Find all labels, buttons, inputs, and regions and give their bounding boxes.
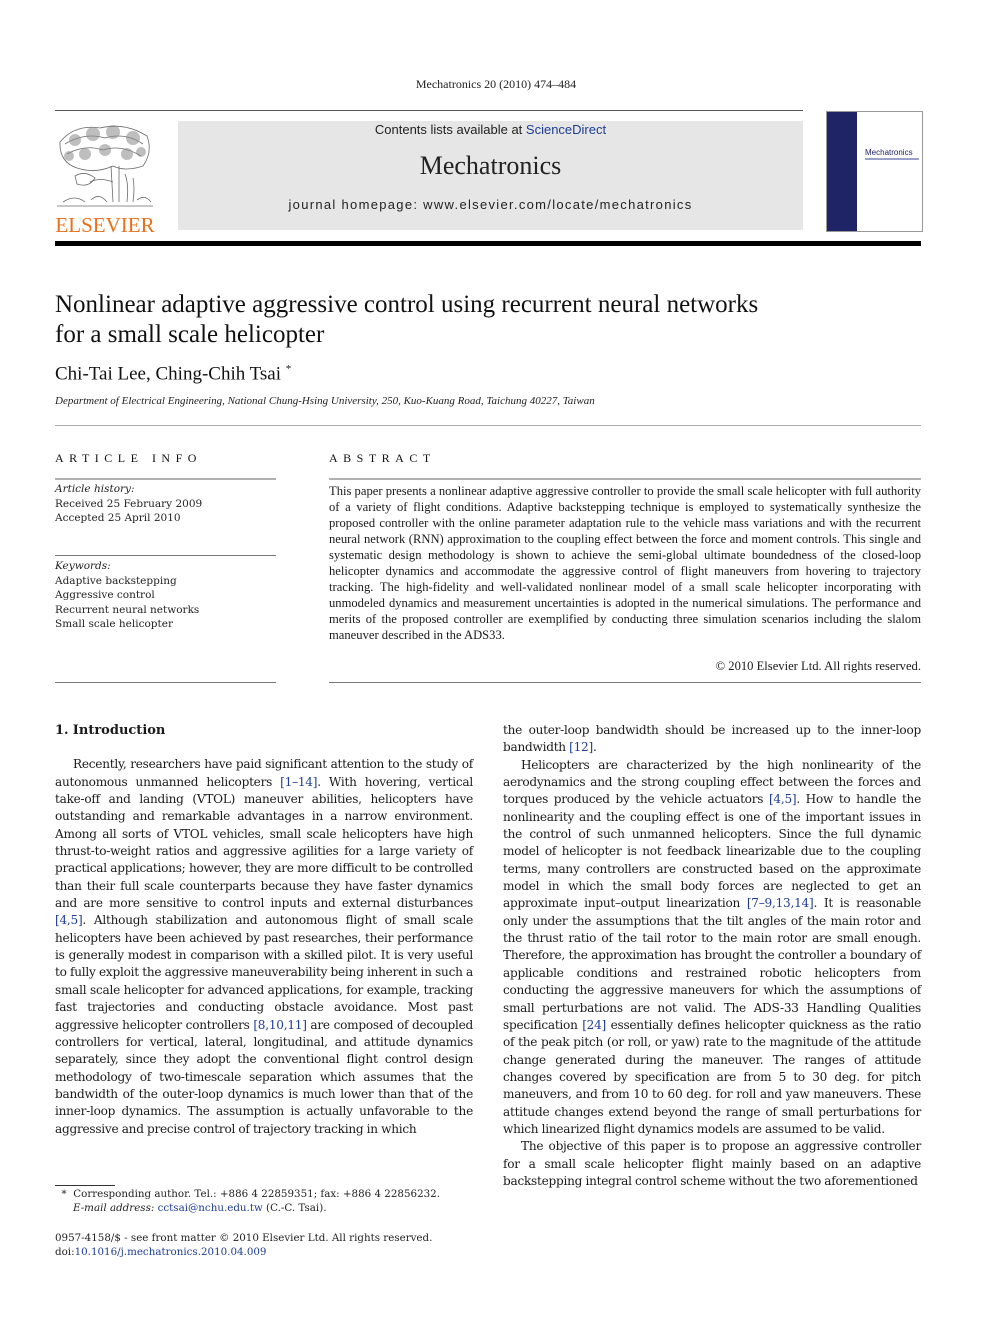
contents-prefix: Contents lists available at (374, 122, 526, 137)
header-thick-rule (55, 241, 921, 246)
reference-link[interactable]: [12] (569, 740, 593, 754)
journal-banner: Contents lists available at ScienceDirec… (178, 121, 803, 230)
journal-homepage-link[interactable]: journal homepage: www.elsevier.com/locat… (178, 197, 803, 212)
reference-link[interactable]: [7–9,13,14] (747, 896, 814, 910)
footnote-rule (55, 1185, 115, 1186)
front-matter: 0957-4158/$ - see front matter © 2010 El… (55, 1231, 485, 1259)
text-run: the outer-loop bandwidth should be incre… (503, 723, 921, 755)
reference-link[interactable]: [4,5] (55, 913, 83, 927)
contents-line: Contents lists available at ScienceDirec… (178, 121, 803, 137)
doi-label: doi: (55, 1246, 75, 1258)
corresponding-author-mark[interactable]: * (286, 363, 292, 375)
footnote-mark: * (61, 1188, 67, 1200)
journal-cover-thumbnail[interactable]: Mechatronics (826, 111, 923, 232)
abstract-text: This paper presents a nonlinear adaptive… (329, 484, 921, 642)
email-link[interactable]: cctsai@nchu.edu.tw (158, 1202, 263, 1214)
abstract-heading: ABSTRACT (329, 451, 436, 465)
issn-line: 0957-4158/$ - see front matter © 2010 El… (55, 1232, 433, 1244)
keyword: Adaptive backstepping (55, 574, 177, 587)
text-run: are composed of decoupled controllers fo… (55, 1017, 473, 1136)
email-suffix: (C.-C. Tsai). (262, 1202, 327, 1214)
cover-title: Mechatronics (865, 148, 913, 157)
keywords-label: Keywords: (55, 560, 111, 572)
history-label: Article history: (55, 483, 135, 495)
email-label: E-mail address: (73, 1202, 158, 1214)
corresponding-author-note: Corresponding author. Tel.: +886 4 22859… (73, 1188, 440, 1200)
article-info-rule (55, 478, 276, 480)
author-list: Chi-Tai Lee, Ching-Chih Tsai * (55, 363, 291, 385)
title-line-1: Nonlinear adaptive aggressive control us… (55, 291, 759, 318)
keywords-rule (55, 555, 276, 556)
body-column-left: 1. Introduction Recently, researchers ha… (55, 722, 473, 1138)
reference-link[interactable]: [24] (582, 1018, 606, 1032)
received-date: Received 25 February 2009 (55, 497, 203, 510)
keyword: Small scale helicopter (55, 618, 173, 630)
text-run: . (592, 740, 597, 755)
keyword: Aggressive control (55, 589, 155, 601)
doi-link[interactable]: 10.1016/j.mechatronics.2010.04.009 (75, 1246, 267, 1258)
title-line-2: for a small scale helicopter (55, 321, 325, 348)
paragraph: Recently, researchers have paid signific… (55, 756, 473, 1138)
journal-citation: Mechatronics 20 (2010) 474–484 (415, 77, 577, 91)
article-info-bottom-rule (55, 682, 276, 683)
reference-link[interactable]: [4,5] (769, 792, 797, 806)
accepted-date: Accepted 25 April 2010 (55, 512, 181, 524)
keywords: Keywords: Adaptive backstepping Aggressi… (55, 559, 276, 632)
body-column-right: the outer-loop bandwidth should be incre… (503, 722, 921, 1190)
abstract-copyright: © 2010 Elsevier Ltd. All rights reserved… (715, 659, 921, 673)
paragraph: the outer-loop bandwidth should be incre… (503, 722, 921, 757)
tree-icon (57, 125, 153, 207)
keyword: Recurrent neural networks (55, 603, 200, 616)
paragraph: Helicopters are characterized by the hig… (503, 757, 921, 1139)
elsevier-logo[interactable]: ELSEVIER (55, 122, 155, 237)
elsevier-wordmark: ELSEVIER (55, 213, 155, 237)
reference-link[interactable]: [1–14] (280, 775, 317, 789)
abstract-bottom-rule (329, 682, 921, 683)
reference-link[interactable]: [8,10,11] (253, 1018, 307, 1032)
text-run: . Although stabilization and autonomous … (55, 913, 473, 1032)
authors: Chi-Tai Lee, Ching-Chih Tsai (55, 363, 282, 385)
journal-title: Mechatronics (419, 151, 562, 180)
footnote: * Corresponding author. Tel.: +886 4 228… (55, 1187, 475, 1215)
sciencedirect-link[interactable]: ScienceDirect (526, 122, 606, 137)
text-run: . How to handle the nonlinearity and the… (503, 792, 922, 911)
paragraph: The objective of this paper is to propos… (503, 1139, 921, 1188)
affiliation-rule (55, 425, 921, 426)
cover-band (827, 112, 857, 231)
header-rule (55, 110, 803, 111)
text-run: essentially defines helicopter quickness… (503, 1017, 921, 1136)
article-info-heading: ARTICLE INFO (55, 451, 202, 465)
abstract-rule (329, 478, 921, 480)
text-run: . It is reasonable only under the assump… (503, 896, 922, 1032)
text-run: . With hovering, vertical take-off and l… (55, 774, 473, 911)
article-title: Nonlinear adaptive aggressive control us… (55, 290, 875, 350)
section-heading: 1. Introduction (55, 723, 166, 738)
cover-subtitle-bar (865, 158, 919, 160)
affiliation: Department of Electrical Engineering, Na… (55, 395, 595, 407)
article-history: Article history: Received 25 February 20… (55, 482, 276, 526)
